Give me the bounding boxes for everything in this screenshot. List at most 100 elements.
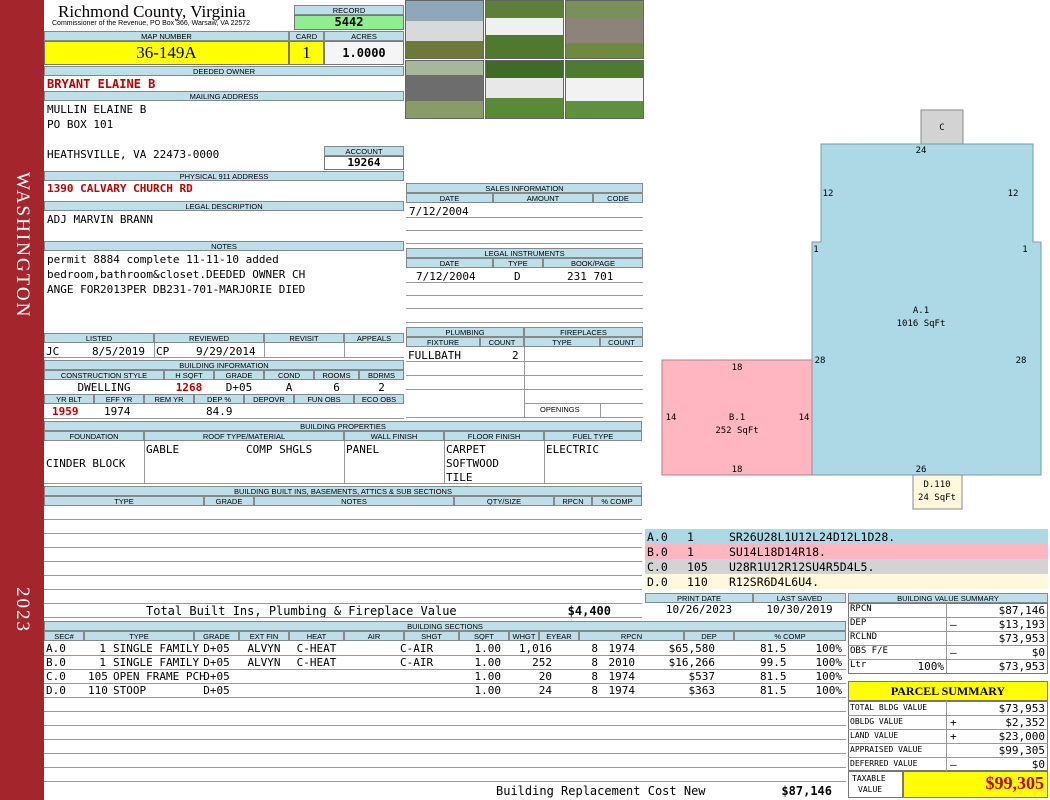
bi-yrblt-col: YR BLT (44, 394, 94, 404)
deferred-sign: – (950, 758, 957, 771)
section-heat: C-HEAT (296, 642, 337, 655)
physical-address-header: PHYSICAL 911 ADDRESS (44, 171, 404, 181)
notes-header: NOTES (44, 241, 404, 251)
bi-cond-col: COND (264, 370, 314, 380)
openings-label: OPENINGS (540, 405, 580, 414)
section-whgt: 8 (591, 684, 598, 697)
bvs-obs-label: OBS F/E (850, 646, 888, 656)
section-eyear: 1974 (608, 642, 636, 655)
section-type: SINGLE FAMILY (113, 642, 200, 655)
mailing-line-2: PO BOX 101 (47, 118, 114, 131)
dim-b-right: 14 (799, 413, 810, 423)
section-sqft: 1,016 (518, 642, 552, 655)
account-header: ACCOUNT (324, 146, 404, 156)
sketch-code-row: D.0 110 R12SR6D4L6U4. (645, 574, 1048, 589)
section-ext: ALVYN (247, 656, 281, 669)
section-rpcn: $363 (688, 684, 716, 697)
section-type: SINGLE FAMILY (113, 656, 200, 669)
section-code: 105 (88, 670, 108, 683)
section-eyear: 1974 (608, 684, 636, 697)
section-type: STOOP (113, 684, 147, 697)
bvs-rpcn-label: RPCN (850, 604, 872, 614)
property-photo-5[interactable] (485, 60, 564, 119)
sales-date-col: DATE (406, 193, 493, 203)
plumbing-header: PLUMBING (406, 327, 524, 337)
mailing-line-1: MULLIN ELAINE B (47, 103, 147, 116)
fp-type-col: TYPE (524, 337, 600, 347)
bi-dep: 84.9 (206, 405, 233, 418)
building-sections-header: BUILDING SECTIONS (44, 621, 846, 631)
section-grade: D+05 (203, 656, 230, 669)
section-code: 110 (88, 684, 108, 697)
bvs-obs: $0 (1031, 646, 1045, 659)
print-date: 10/26/2023 (665, 603, 733, 616)
property-photo-1[interactable] (405, 0, 484, 59)
section-whgt: 8 (591, 642, 598, 655)
section-sqft: 24 (538, 684, 552, 697)
acres-value: 1.0000 (324, 41, 404, 65)
floor-finish-1: CARPET (446, 443, 486, 456)
sketch-b-area: 252 SqFt (715, 426, 758, 436)
property-photo-2[interactable] (485, 0, 564, 59)
fp-count-col: COUNT (600, 337, 643, 347)
bi-notes-col: NOTES (254, 496, 454, 506)
floor-finish-2: SOFTWOOD (446, 457, 499, 470)
section-whgt: 8 (591, 670, 598, 683)
fixture-col: FIXTURE (406, 337, 480, 347)
sketch-code-sec: A.0 (647, 530, 668, 544)
section-comp: 100% (815, 642, 843, 655)
sketch-code-row: B.0 1 SU14L18D14R18. (645, 544, 1048, 559)
bi-ecoobs-col: ECO OBS (354, 394, 404, 404)
bi-funobs-col: FUN OBS (294, 394, 354, 404)
bi-cond: A (285, 381, 293, 394)
builtins-total-label: Total Built Ins, Plumbing & Fireplace Va… (146, 604, 457, 618)
sketch-code-row: C.0 105 U28R1U12R12SU4R5D4L5. (645, 559, 1048, 574)
total-bldg-value: $73,953 (998, 702, 1045, 715)
section-shgt: 1.00 (474, 670, 502, 683)
property-photo-6[interactable] (565, 60, 644, 119)
acres-header: ACRES (324, 31, 404, 41)
section-col-1: TYPE (84, 631, 194, 641)
section-rpcn: $537 (688, 670, 716, 683)
section-dep: 81.5 (760, 670, 787, 683)
section-col-7: SQFT (459, 631, 509, 641)
sketch-code-sec: D.0 (647, 575, 668, 589)
obldg-value: $2,352 (1005, 716, 1045, 729)
section-eyear: 2010 (608, 656, 636, 669)
section-type: OPEN FRAME PCH (113, 670, 206, 683)
notes-line-2: bedroom,bathroom&closet.DEEDED OWNER CH (47, 268, 306, 281)
section-sqft: 20 (538, 670, 552, 683)
bi-depovr-col: DEPOVR (244, 394, 294, 404)
roof-col: ROOF TYPE/MATERIAL (144, 431, 344, 441)
sketch-c-label: C (939, 123, 944, 133)
section-sec: B.0 (46, 656, 66, 669)
bi-remyr-col: REM YR (144, 394, 194, 404)
record-number: 5442 (294, 15, 404, 30)
wall-finish: PANEL (346, 443, 380, 456)
bvs-rclnd-label: RCLND (850, 632, 878, 642)
mailing-address-header: MAILING ADDRESS (44, 91, 404, 101)
reviewed-header: REVIEWED (154, 333, 264, 343)
property-photo-4[interactable] (405, 60, 484, 119)
bi-effyr: 1974 (104, 405, 131, 418)
foundation-col: FOUNDATION (44, 431, 144, 441)
legal-description: ADJ MARVIN BRANN (47, 213, 153, 226)
section-grade: D+05 (203, 670, 230, 683)
deferred-value: $0 (1031, 758, 1045, 771)
property-photo-3[interactable] (565, 0, 644, 59)
building-sketch: C A.1 1016 SqFt B.1 252 SqFt D.110 24 Sq… (661, 109, 1042, 510)
sketch-code-code: 110 (687, 575, 708, 589)
sales-amount-col: AMOUNT (493, 193, 593, 203)
bvs-ltr-label: Ltr (850, 660, 867, 670)
fuel-col: FUEL TYPE (544, 431, 642, 441)
brcn-value: $87,146 (781, 784, 832, 798)
appraised-value: $99,305 (998, 744, 1045, 757)
section-shgt: 1.00 (474, 684, 502, 697)
section-dep: 81.5 (760, 684, 787, 697)
sketch-d-area: 24 SqFt (918, 493, 956, 503)
legal-instruments-header: LEGAL INSTRUMENTS (406, 248, 643, 258)
taxable-label-2: VALUE (858, 785, 883, 794)
bi-bdrms-col: BDRMS (359, 370, 404, 380)
commissioner-address: Commissioner of the Revenue, PO Box 366,… (52, 20, 251, 27)
floor-col: FLOOR FINISH (444, 431, 544, 441)
